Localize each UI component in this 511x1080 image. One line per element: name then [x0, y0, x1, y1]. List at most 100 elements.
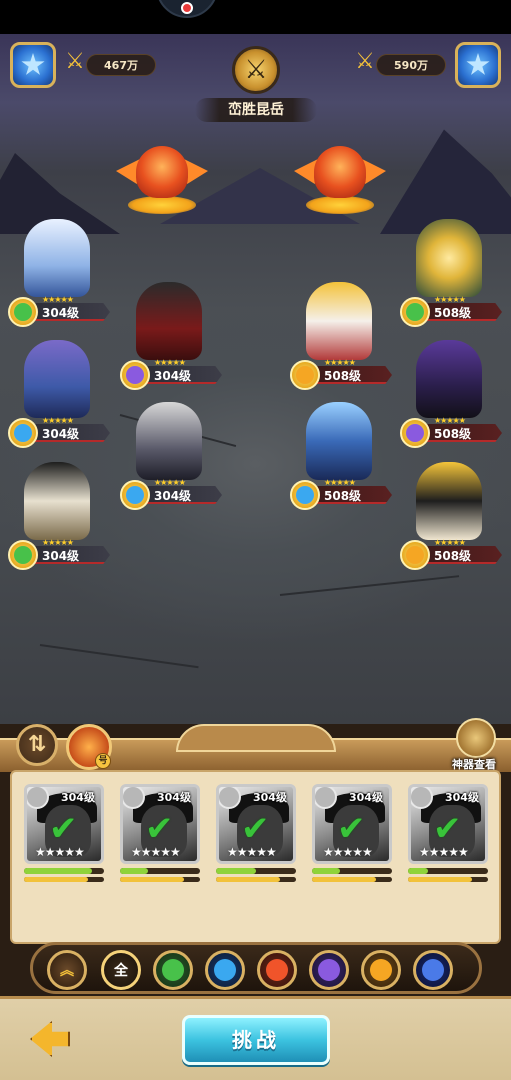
hero-stars: ★★★★★	[434, 295, 466, 304]
hero-stars: ★★★★★	[154, 358, 186, 367]
enemy-avatar[interactable]	[455, 42, 501, 88]
hero-level: 304级	[42, 549, 80, 563]
ally-hero[interactable]: ★★★★★ 304级	[6, 462, 116, 572]
moon-element-icon	[400, 418, 430, 448]
roster-card[interactable]: 304级 ✔ ★★★★★	[216, 784, 296, 886]
card-level: 304级	[157, 791, 191, 804]
element-icon	[123, 787, 145, 809]
ground-crack	[279, 575, 460, 596]
pet-badge: 号	[95, 753, 111, 769]
ground-crack	[39, 644, 199, 669]
hero-stars: ★★★★★	[324, 358, 356, 367]
hero-stars: ★★★★★	[434, 416, 466, 425]
moon-icon	[318, 959, 340, 981]
water-element-icon	[290, 480, 320, 510]
water-element-icon	[120, 480, 150, 510]
flower-icon	[21, 53, 45, 75]
roster-card[interactable]: 304级 ✔ ★★★★★	[120, 784, 200, 886]
hero-level: 508级	[434, 427, 472, 441]
enemy-hero[interactable]: ★★★★★ 508级	[288, 282, 398, 392]
filter-nature-button[interactable]	[153, 950, 193, 990]
footer: 挑战	[0, 996, 511, 1080]
back-button[interactable]	[4, 1009, 94, 1069]
ally-pet-phoenix	[116, 144, 202, 214]
enemy-hero[interactable]: ★★★★★ 508级	[288, 402, 398, 512]
swap-button[interactable]: ⇅	[16, 724, 58, 766]
hero-portrait: 304级 ✔ ★★★★★	[312, 784, 392, 864]
challenge-button[interactable]: 挑战	[182, 1015, 330, 1065]
filter-fire-button[interactable]	[257, 950, 297, 990]
water-element-icon	[8, 418, 38, 448]
card-stars: ★★★★★	[323, 845, 373, 859]
hero-portrait: 304级 ✔ ★★★★★	[408, 784, 488, 864]
filter-up-button[interactable]: ︽	[47, 950, 87, 990]
hero-level: 508级	[324, 489, 362, 503]
status-bar	[0, 0, 511, 34]
hero-level: 508级	[434, 549, 472, 563]
card-level: 304级	[349, 791, 383, 804]
enemy-hero[interactable]: ★★★★★ 508级	[398, 462, 508, 572]
check-icon: ✔	[145, 809, 174, 849]
ally-hero[interactable]: ★★★★★ 304级	[118, 402, 228, 512]
arena-title: 峦胜昆岳	[195, 98, 317, 122]
hp-bar	[216, 868, 296, 874]
energy-bar	[120, 877, 200, 882]
filter-moon-button[interactable]	[309, 950, 349, 990]
energy-bar	[24, 877, 104, 882]
hero-portrait: 304级 ✔ ★★★★★	[216, 784, 296, 864]
filter-void-button[interactable]	[413, 950, 453, 990]
top-hud: ⚔ 467万 ⚔ 峦胜昆岳 ⚔ 590万	[0, 34, 511, 134]
hero-level: 304级	[154, 369, 192, 383]
filter-all-button[interactable]: 全	[101, 950, 141, 990]
ally-hero[interactable]: ★★★★★ 304级	[118, 282, 228, 392]
element-icon	[219, 787, 241, 809]
flame-icon	[266, 959, 288, 981]
swirl-icon	[422, 959, 444, 981]
ally-hero[interactable]: ★★★★★ 304级	[6, 340, 116, 450]
check-icon: ✔	[49, 809, 78, 849]
roster-card[interactable]: 304级 ✔ ★★★★★	[408, 784, 488, 886]
artifact-view-button[interactable]: 神器查看	[446, 718, 506, 776]
element-icon	[411, 787, 433, 809]
enemy-hero[interactable]: ★★★★★ 508级	[398, 340, 508, 450]
filter-sun-button[interactable]	[361, 950, 401, 990]
hero-stars: ★★★★★	[154, 478, 186, 487]
pet-select-button[interactable]: 号	[66, 724, 112, 770]
hp-bar	[408, 868, 488, 874]
camera-notch	[156, 0, 218, 18]
moon-element-icon	[120, 360, 150, 390]
hero-level: 304级	[42, 427, 80, 441]
hero-level: 304级	[42, 306, 80, 320]
enemy-power: 590万	[376, 54, 446, 76]
back-arrow-icon	[30, 1021, 70, 1057]
card-stars: ★★★★★	[131, 845, 181, 859]
player-power: 467万	[86, 54, 156, 76]
crossed-swords-icon: ⚔	[355, 49, 375, 74]
card-stars: ★★★★★	[419, 845, 469, 859]
enemy-hero[interactable]: ★★★★★ 508级	[398, 219, 508, 329]
filter-water-button[interactable]	[205, 950, 245, 990]
bottom-panel: ⇅ 号 神器查看 304级 ✔ ★★★★★ 304级 ✔ ★★★★★ 304级 …	[0, 718, 511, 1080]
roster-card[interactable]: 304级 ✔ ★★★★★	[312, 784, 392, 886]
nature-element-icon	[8, 297, 38, 327]
check-icon: ✔	[241, 809, 270, 849]
ally-hero[interactable]: ★★★★★ 304级	[6, 219, 116, 329]
hero-stars: ★★★★★	[324, 478, 356, 487]
camera-icon	[181, 2, 193, 14]
hero-level: 508级	[324, 369, 362, 383]
hero-level: 508级	[434, 306, 472, 320]
element-icon	[315, 787, 337, 809]
hero-level: 304级	[154, 489, 192, 503]
leaf-icon	[162, 959, 184, 981]
roster-card[interactable]: 304级 ✔ ★★★★★	[24, 784, 104, 886]
enemy-pet-phoenix	[294, 144, 380, 214]
filter-all-label: 全	[114, 963, 128, 979]
nature-element-icon	[8, 540, 38, 570]
hp-bar	[312, 868, 392, 874]
background-mountain	[380, 129, 511, 234]
energy-bar	[312, 877, 392, 882]
hp-bar	[24, 868, 104, 874]
sun-element-icon	[290, 360, 320, 390]
player-avatar[interactable]	[10, 42, 56, 88]
swap-icon: ⇅	[27, 732, 47, 757]
